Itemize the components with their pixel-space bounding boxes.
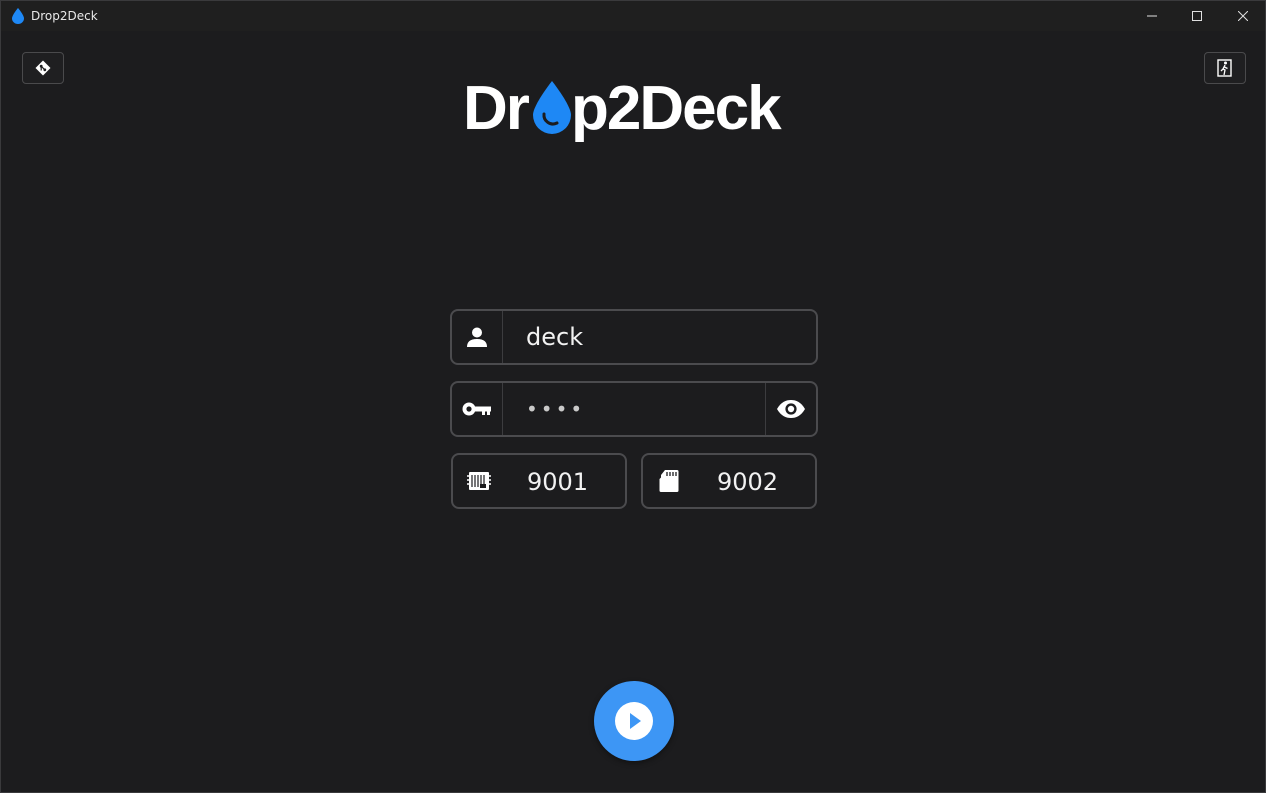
play-icon (615, 702, 653, 740)
eye-icon (777, 400, 805, 418)
app-drop-icon (12, 8, 24, 24)
storage-port-value[interactable]: 9002 (717, 468, 778, 496)
sd-card-icon (659, 470, 679, 492)
start-button[interactable] (594, 681, 674, 761)
minimize-icon (1147, 15, 1157, 17)
logo-text-end: p2Deck (571, 74, 782, 143)
toggle-password-visibility-button[interactable] (765, 383, 816, 435)
logo-text-start: Dr (463, 74, 530, 143)
app-window: Drop2Deck Dr p2Deck deck •••• 9001 9002 (0, 0, 1266, 793)
password-value[interactable]: •••• (526, 397, 585, 421)
close-icon (1238, 11, 1248, 21)
cpu-icon (467, 472, 491, 490)
username-field[interactable]: deck (450, 309, 818, 365)
password-icon-cell (452, 383, 503, 435)
user-icon (467, 327, 487, 347)
password-field[interactable]: •••• (450, 381, 818, 437)
cpu-port-value[interactable]: 9001 (527, 468, 588, 496)
minimize-button[interactable] (1129, 1, 1175, 31)
git-icon (35, 60, 51, 76)
app-logo: Dr p2Deck (461, 71, 807, 151)
storage-port-field[interactable]: 9002 (641, 453, 817, 509)
maximize-button[interactable] (1174, 1, 1220, 31)
logo-wordmark: Dr p2Deck (463, 74, 784, 143)
username-icon-cell (452, 311, 503, 363)
exit-icon (1217, 59, 1232, 77)
window-title: Drop2Deck (31, 9, 98, 23)
exit-button[interactable] (1204, 52, 1246, 84)
maximize-icon (1192, 11, 1202, 21)
git-button[interactable] (22, 52, 64, 84)
close-button[interactable] (1220, 1, 1266, 31)
key-icon (462, 402, 491, 416)
title-bar: Drop2Deck (1, 1, 1265, 31)
logo-drop-icon (533, 81, 571, 134)
cpu-port-field[interactable]: 9001 (451, 453, 627, 509)
username-value[interactable]: deck (526, 323, 583, 351)
